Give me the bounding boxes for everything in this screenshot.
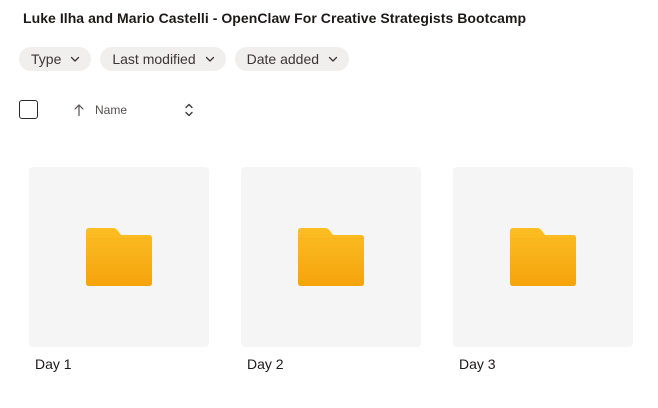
select-all-checkbox[interactable]	[19, 100, 38, 119]
filter-last-modified-button[interactable]: Last modified	[100, 47, 226, 71]
folder-name[interactable]: Day 3	[459, 356, 496, 372]
folder-name[interactable]: Day 2	[247, 356, 284, 372]
arrow-up-icon[interactable]	[73, 103, 85, 117]
chevron-down-icon	[205, 56, 214, 62]
chevron-up-down-icon[interactable]	[183, 101, 195, 119]
folder-thumbnail[interactable]	[241, 167, 421, 347]
folder-tile-day-1[interactable]: Day 1	[29, 167, 209, 372]
filter-last-modified-label: Last modified	[112, 51, 196, 67]
filter-type-button[interactable]: Type	[19, 47, 92, 71]
filter-date-added-label: Date added	[246, 51, 320, 67]
page-title: Luke Ilha and Mario Castelli - OpenClaw …	[23, 10, 527, 26]
chevron-down-icon	[328, 56, 338, 62]
list-toolbar: Name	[19, 100, 219, 122]
folder-icon	[298, 228, 364, 286]
filter-type-label: Type	[31, 51, 62, 67]
filter-bar: Type Last modified Date added	[19, 47, 350, 71]
sort-by-name-label[interactable]: Name	[95, 103, 127, 117]
folder-thumbnail[interactable]	[453, 167, 633, 347]
folder-icon	[86, 228, 152, 286]
folder-name[interactable]: Day 1	[35, 356, 72, 372]
folder-thumbnail[interactable]	[29, 167, 209, 347]
file-browser: Luke Ilha and Mario Castelli - OpenClaw …	[0, 0, 658, 408]
filter-date-added-button[interactable]: Date added	[234, 47, 350, 71]
folder-tile-day-2[interactable]: Day 2	[241, 167, 421, 372]
folder-tile-day-3[interactable]: Day 3	[453, 167, 633, 372]
folder-icon	[510, 228, 576, 286]
chevron-down-icon	[71, 56, 80, 62]
